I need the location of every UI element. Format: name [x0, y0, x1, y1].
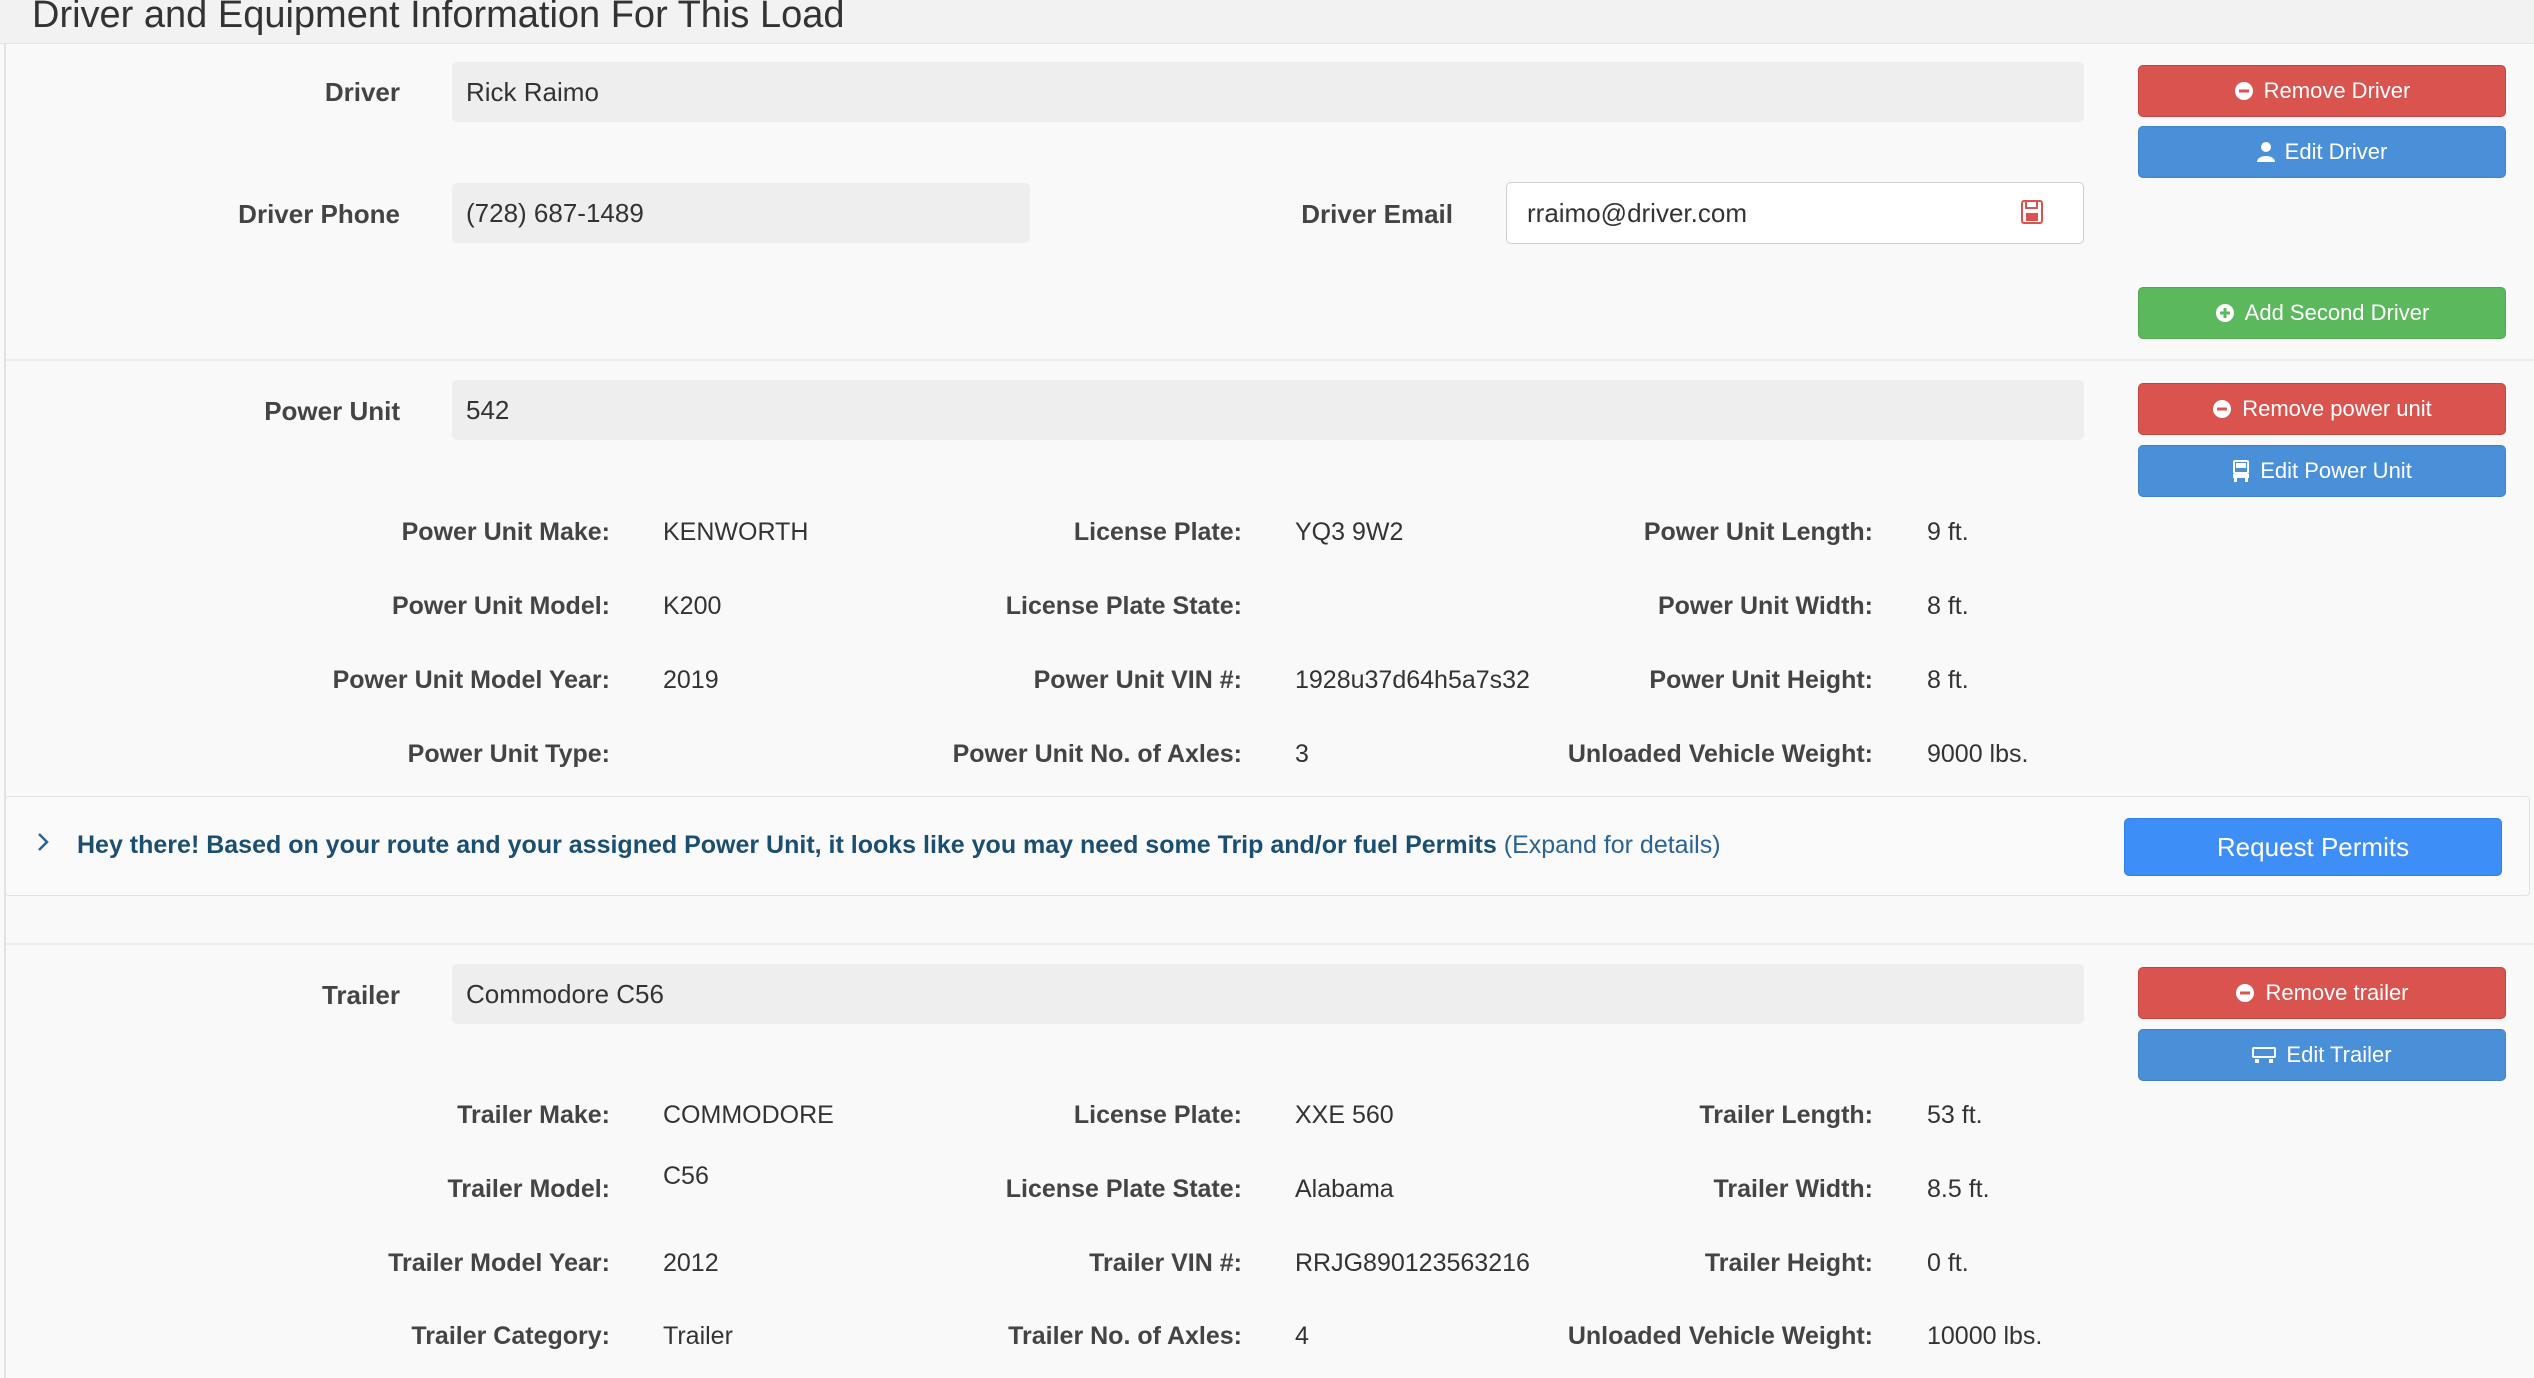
driver-label: Driver	[324, 77, 400, 107]
pu-width-label: Power Unit Width:	[1657, 592, 1873, 620]
power-unit-label: Power Unit	[264, 396, 400, 426]
tr-year-label: Trailer Model Year:	[388, 1249, 610, 1277]
tr-width-value: 8.5 ft.	[1927, 1175, 1990, 1203]
pu-year-value: 2019	[663, 666, 719, 694]
remove-driver-button[interactable]: Remove Driver	[2138, 65, 2506, 117]
tr-weight-label: Unloaded Vehicle Weight:	[1567, 1322, 1873, 1350]
pu-weight-label: Unloaded Vehicle Weight:	[1567, 740, 1873, 768]
tr-vin-label: Trailer VIN #:	[1089, 1249, 1242, 1277]
pu-weight-value: 9000 lbs.	[1927, 740, 2029, 768]
power-unit-field[interactable]: 542	[452, 380, 2084, 440]
tr-year-value: 2012	[663, 1249, 719, 1277]
pu-model-label: Power Unit Model:	[391, 592, 610, 620]
minus-circle-icon	[2213, 400, 2232, 418]
remove-power-unit-label: Remove power unit	[2242, 396, 2432, 421]
request-permits-label: Request Permits	[2216, 831, 2410, 862]
driver-email-input[interactable]: rraimo@driver.com	[1506, 182, 2084, 244]
request-permits-button[interactable]: Request Permits	[2124, 818, 2502, 876]
pu-length-label: Power Unit Length:	[1643, 518, 1873, 546]
tr-length-label: Trailer Length:	[1699, 1101, 1873, 1129]
plus-circle-icon	[2215, 304, 2234, 322]
tr-category-value: Trailer	[663, 1322, 733, 1350]
remove-trailer-button[interactable]: Remove trailer	[2138, 967, 2506, 1019]
driver-email-label: Driver Email	[1301, 199, 1453, 229]
tr-height-label: Trailer Height:	[1704, 1249, 1873, 1277]
truck-icon	[2233, 460, 2250, 482]
driver-field[interactable]: Rick Raimo	[452, 62, 2084, 122]
panel-border	[4, 43, 6, 1378]
minus-circle-icon	[2234, 82, 2253, 100]
permits-message: Hey there! Based on your route and your …	[77, 831, 1497, 859]
tr-plate-value: XXE 560	[1295, 1101, 1394, 1129]
tr-plate-label: License Plate:	[1073, 1101, 1242, 1129]
pu-plate-value: YQ3 9W2	[1295, 518, 1404, 546]
pu-width-value: 8 ft.	[1927, 592, 1969, 620]
driver-email-value: rraimo@driver.com	[1527, 198, 1747, 228]
pu-make-label: Power Unit Make:	[401, 518, 610, 546]
remove-trailer-label: Remove trailer	[2265, 980, 2409, 1005]
pu-plate-state-label: License Plate State:	[1005, 592, 1242, 620]
add-second-driver-button[interactable]: Add Second Driver	[2138, 287, 2506, 339]
tr-model-label: Trailer Model:	[447, 1175, 610, 1203]
edit-trailer-label: Edit Trailer	[2286, 1042, 2392, 1067]
page-title: Driver and Equipment Information For Thi…	[32, 0, 845, 36]
pu-year-label: Power Unit Model Year:	[332, 666, 610, 694]
minus-circle-icon	[2236, 984, 2255, 1002]
pu-axles-label: Power Unit No. of Axles:	[952, 740, 1242, 768]
tr-width-label: Trailer Width:	[1713, 1175, 1873, 1203]
driver-phone-field[interactable]: (728) 687-1489	[452, 183, 1030, 243]
pu-height-value: 8 ft.	[1927, 666, 1969, 694]
tr-make-label: Trailer Make:	[457, 1101, 610, 1129]
section-divider	[6, 943, 2534, 945]
tr-model-value: C56	[663, 1162, 709, 1190]
pu-make-value: KENWORTH	[663, 518, 809, 546]
tr-plate-state-value: Alabama	[1295, 1175, 1394, 1203]
pu-plate-label: License Plate:	[1073, 518, 1242, 546]
tr-axles-value: 4	[1295, 1322, 1309, 1350]
trailer-field[interactable]: Commodore C56	[452, 964, 2084, 1024]
pu-vin-label: Power Unit VIN #:	[1033, 666, 1242, 694]
permits-message-line[interactable]: Hey there! Based on your route and your …	[77, 829, 1721, 861]
user-icon	[2256, 142, 2275, 162]
driver-phone-label: Driver Phone	[238, 199, 400, 229]
save-icon[interactable]	[2021, 200, 2043, 224]
permits-expand-link[interactable]: (Expand for details)	[1504, 831, 1721, 859]
pu-model-value: K200	[663, 592, 722, 620]
chevron-right-svg	[38, 833, 49, 851]
tr-height-value: 0 ft.	[1927, 1249, 1969, 1277]
section-divider	[6, 359, 2534, 361]
edit-driver-button[interactable]: Edit Driver	[2138, 126, 2506, 178]
tr-length-value: 53 ft.	[1927, 1101, 1983, 1129]
remove-power-unit-button[interactable]: Remove power unit	[2138, 383, 2506, 435]
tr-plate-state-label: License Plate State:	[1005, 1175, 1242, 1203]
tr-axles-label: Trailer No. of Axles:	[1008, 1322, 1242, 1350]
edit-trailer-button[interactable]: Edit Trailer	[2138, 1029, 2506, 1081]
chevron-right-icon[interactable]	[36, 828, 50, 860]
trailer-label: Trailer	[321, 980, 400, 1010]
edit-driver-label: Edit Driver	[2284, 139, 2388, 164]
pu-height-label: Power Unit Height:	[1649, 666, 1873, 694]
pu-length-value: 9 ft.	[1927, 518, 1969, 546]
pu-axles-value: 3	[1295, 740, 1309, 768]
trailer-icon	[2252, 1047, 2277, 1063]
tr-make-value: COMMODORE	[663, 1101, 834, 1129]
edit-power-unit-button[interactable]: Edit Power Unit	[2138, 445, 2506, 497]
tr-weight-value: 10000 lbs.	[1927, 1322, 2043, 1350]
remove-driver-label: Remove Driver	[2263, 78, 2411, 103]
pu-type-label: Power Unit Type:	[407, 740, 610, 768]
add-second-driver-label: Add Second Driver	[2244, 300, 2430, 325]
edit-power-unit-label: Edit Power Unit	[2260, 458, 2412, 483]
tr-category-label: Trailer Category:	[411, 1322, 610, 1350]
